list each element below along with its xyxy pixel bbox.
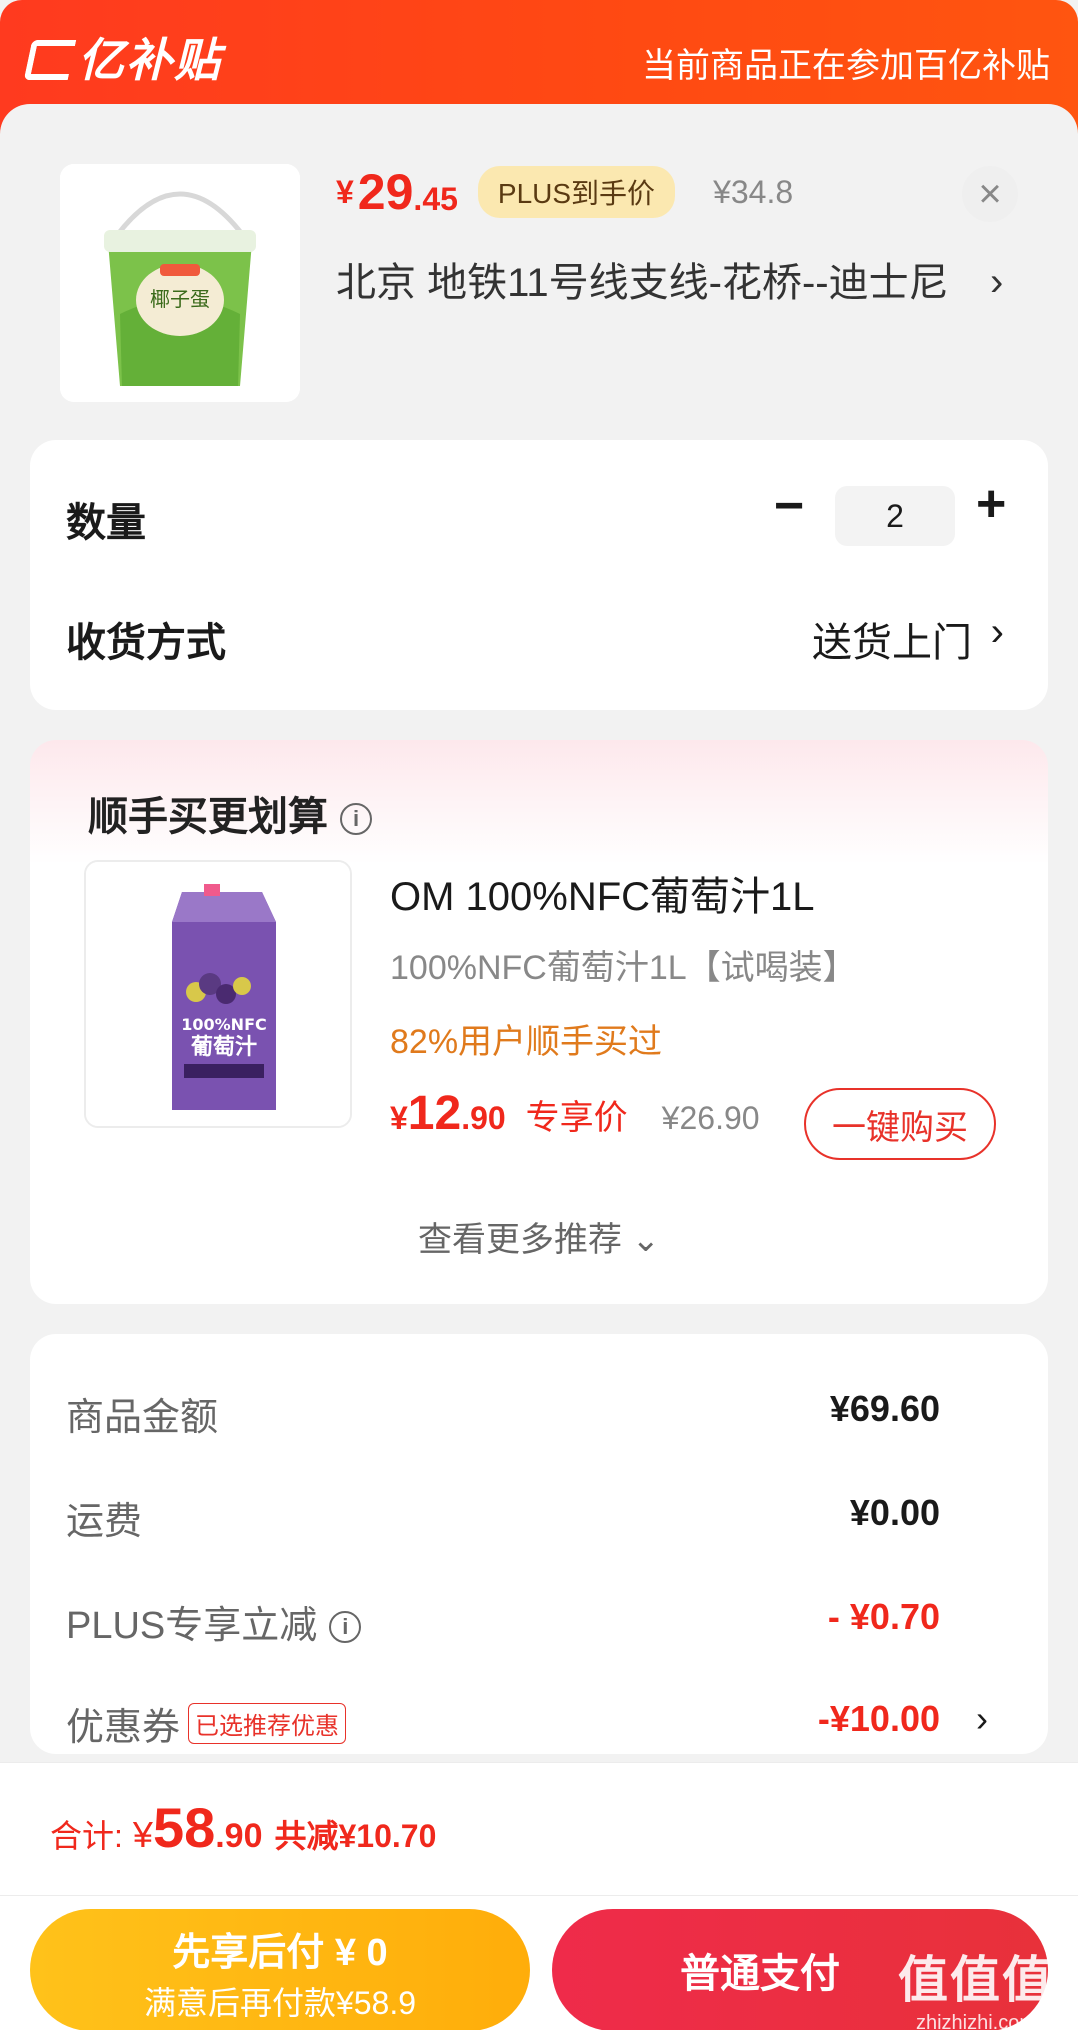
summary-row-coupon[interactable]: 优惠券 已选推荐优惠 -¥10.00 › [66, 1696, 996, 1752]
quantity-decrease-button[interactable]: − [774, 476, 804, 536]
coconut-jelly-tub-icon: 椰子蛋 [60, 164, 300, 402]
carton-label-line2: 葡萄汁 [190, 1035, 257, 1060]
coupon-label: 优惠券 已选推荐优惠 [66, 1696, 347, 1751]
chevron-right-icon[interactable]: › [990, 260, 1003, 305]
pay-later-title: 先享后付 ¥ 0 [172, 1932, 388, 1974]
subsidy-logo: 亿补贴 [23, 24, 222, 90]
quantity-increase-button[interactable]: + [976, 474, 1006, 534]
rec-price-tag: 专享价 [525, 1099, 628, 1137]
price-integer: 29 [357, 164, 414, 220]
total-row: 合计: ¥ 58 .90 共减¥10.70 [50, 1795, 436, 1860]
total-discount: 共减¥10.70 [274, 1818, 437, 1854]
close-icon: × [978, 172, 1002, 216]
pay-later-subtitle: 满意后再付款¥58.9 [143, 1985, 417, 2021]
total-label: 合计: [50, 1818, 123, 1854]
price-decimal: .45 [413, 180, 458, 217]
coupon-selected-badge: 已选推荐优惠 [188, 1703, 347, 1744]
watermark-url: zhizhizhi.com [915, 2012, 1037, 2030]
coupon-value: -¥10.00 [817, 1698, 940, 1739]
delivery-method-label: 收货方式 [66, 621, 226, 665]
summary-row-subtotal: 商品金额 ¥69.60 [66, 1386, 996, 1442]
tub-label: 椰子蛋 [150, 287, 210, 311]
plus-discount-label-text: PLUS专享立减 [66, 1605, 318, 1647]
subtotal-value: ¥69.60 [829, 1388, 940, 1429]
recommendation-title-text: 顺手买更划算 [88, 795, 328, 839]
product-price-row: ¥ 29 .45 PLUS到手价 ¥34.8 [336, 160, 793, 224]
logo-mark-icon [23, 40, 77, 80]
delivery-method-value[interactable]: 送货上门 [812, 610, 972, 668]
rec-price-integer: 12 [407, 1087, 462, 1140]
summary-row-plus-discount: PLUS专享立减 i - ¥0.70 [66, 1594, 996, 1650]
footer-divider [0, 1895, 1078, 1896]
recommendation-product-name[interactable]: OM 100%NFC葡萄汁1L [390, 864, 815, 922]
plus-price-badge: PLUS到手价 [477, 166, 676, 218]
recommendation-title: 顺手买更划算 i [88, 784, 372, 842]
grape-juice-carton-icon: 100%NFC 葡萄汁 [86, 862, 350, 1126]
recommendation-product-image[interactable]: 100%NFC 葡萄汁 [84, 860, 352, 1128]
quantity-input[interactable]: 2 [835, 486, 955, 546]
plus-discount-label: PLUS专享立减 i [66, 1594, 362, 1649]
more-recommendations-link[interactable]: 查看更多推荐 ⌄ [30, 1212, 1048, 1261]
total-integer: 58 [152, 1796, 216, 1859]
close-button[interactable]: × [962, 166, 1018, 222]
one-click-buy-button[interactable]: 一键购买 [804, 1088, 996, 1160]
rec-original-price: ¥26.90 [661, 1100, 760, 1136]
watermark-logo: 值值值 [898, 1952, 1054, 2008]
info-icon[interactable]: i [329, 1611, 362, 1643]
total-currency: ¥ [132, 1814, 153, 1855]
recommendation-product-subtitle: 100%NFC葡萄汁1L【试喝装】 [390, 949, 857, 987]
original-price: ¥34.8 [713, 173, 794, 210]
quantity-delivery-card: 数量 − 2 + 收货方式 送货上门 › [30, 440, 1048, 710]
total-decimal: .90 [215, 1817, 263, 1855]
subtotal-label: 商品金额 [66, 1397, 219, 1439]
pay-later-button[interactable]: 先享后付 ¥ 0 满意后再付款¥58.9 [30, 1909, 530, 2030]
recommendation-price-row: ¥ 12 .90 专享价 ¥26.90 [390, 1086, 760, 1141]
price-summary-card: 商品金额 ¥69.60 运费 ¥0.00 PLUS专享立减 i - ¥0.70 优… [30, 1334, 1048, 1754]
delivery-address[interactable]: 北京 地铁11号线支线-花桥--迪士尼 [336, 256, 976, 310]
carton-label-line1: 100%NFC [181, 1015, 267, 1034]
shipping-value: ¥0.00 [849, 1492, 940, 1533]
logo-text: 亿补贴 [78, 34, 222, 86]
quantity-label: 数量 [66, 501, 146, 545]
recommendation-social-proof: 82%用户顺手买过 [390, 1023, 663, 1061]
product-image: 椰子蛋 [60, 164, 300, 402]
chevron-right-icon[interactable]: › [976, 1698, 988, 1740]
chevron-right-icon[interactable]: › [991, 610, 1004, 655]
rec-price-decimal: .90 [461, 1100, 506, 1136]
summary-row-shipping: 运费 ¥0.00 [66, 1490, 996, 1546]
shipping-label: 运费 [66, 1501, 143, 1543]
plus-discount-value: - ¥0.70 [827, 1596, 940, 1637]
coupon-label-text: 优惠券 [66, 1707, 181, 1749]
banner-message: 当前商品正在参加百亿补贴 [642, 47, 1050, 85]
info-icon[interactable]: i [340, 803, 372, 835]
site-watermark: 值值值 zhizhizhi.com [898, 1940, 1054, 2030]
price-currency: ¥ [336, 173, 354, 210]
recommendation-card: 顺手买更划算 i 100%NFC 葡萄汁 OM 100%NFC葡萄汁1L 100%… [30, 740, 1048, 1304]
rec-price-currency: ¥ [390, 1100, 408, 1136]
